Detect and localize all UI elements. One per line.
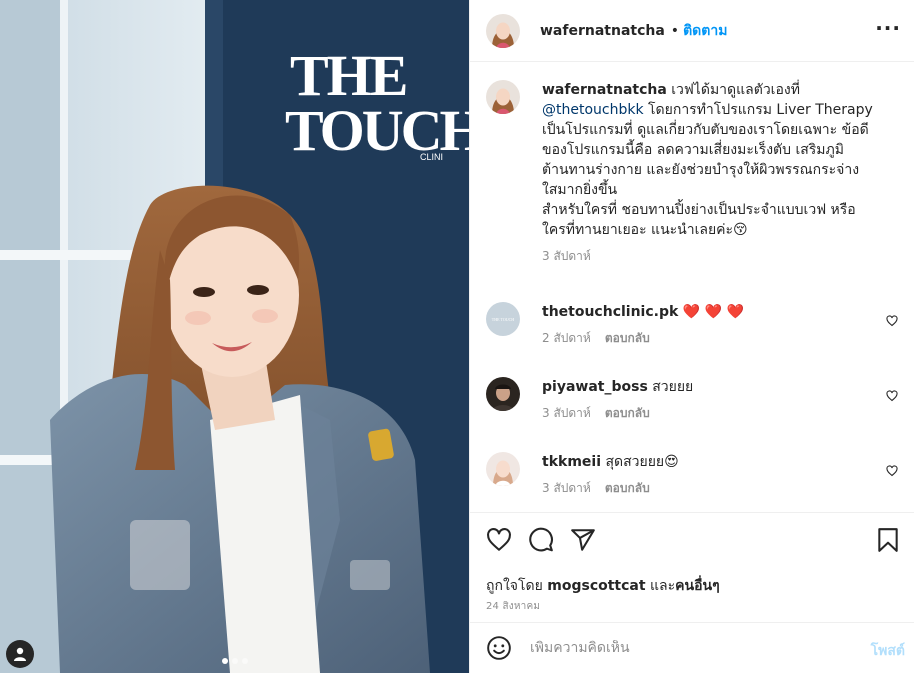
comment-text-line: piyawat_boss สวยยย — [542, 377, 892, 397]
comment-like-heart-icon[interactable] — [886, 390, 898, 402]
comment-username[interactable]: tkkmeii — [542, 454, 601, 470]
caption-line: สำหรับใครที่ ชอบทานปิ้งย่างเป็นประจำแบบเ… — [542, 202, 856, 218]
avatar-logo-text: THE TOUCH — [491, 316, 515, 322]
comments-section: wafernatnatcha เวฟได้มาดูแลตัวเองที่ @th… — [470, 62, 914, 512]
more-options-icon[interactable]: ··· — [875, 18, 901, 38]
comment-time[interactable]: 3 สัปดาห์ — [542, 406, 591, 420]
comment-text-line: tkkmeii สุดสวยยย😍 — [542, 452, 892, 472]
comment-body: tkkmeii สุดสวยยย😍 3 สัปดาห์ ตอบกลับ — [542, 452, 892, 498]
heart-icon[interactable] — [486, 527, 512, 553]
caption-time[interactable]: 3 สัปดาห์ — [542, 249, 591, 263]
likes-prefix: ถูกใจโดย — [486, 578, 548, 594]
reply-button[interactable]: ตอบกลับ — [605, 406, 650, 420]
comment-text-line: thetouchclinic.pk ❤️ ❤️ ❤️ — [542, 302, 892, 322]
share-icon[interactable] — [570, 527, 596, 553]
comment-meta: 2 สัปดาห์ ตอบกลับ — [542, 328, 892, 348]
comment-avatar[interactable]: THE TOUCH — [486, 302, 520, 336]
action-icon-row — [486, 527, 596, 553]
author-username[interactable]: wafernatnatcha — [540, 23, 665, 39]
comment-time[interactable]: 3 สัปดาห์ — [542, 481, 591, 495]
liker-username[interactable]: mogscottcat — [547, 578, 645, 594]
caption-meta: 3 สัปดาห์ — [542, 246, 892, 266]
post-header: wafernatnatcha • ติดตาม ··· — [470, 0, 914, 62]
caption-line: ของโปรแกรมนี้คือ ลดความเสี่ยงมะเร็งตับ เ… — [542, 142, 844, 158]
comment-time[interactable]: 2 สัปดาห์ — [542, 331, 591, 345]
comment-meta: 3 สัปดาห์ ตอบกลับ — [542, 403, 892, 423]
reply-button[interactable]: ตอบกลับ — [605, 331, 650, 345]
comment-icon[interactable] — [528, 527, 554, 553]
bookmark-icon[interactable] — [875, 527, 901, 553]
likes-mid: และ — [645, 578, 676, 594]
comment-text: ❤️ ❤️ ❤️ — [678, 304, 744, 320]
post-photo[interactable]: THE TOUCH CLINI — [0, 0, 469, 673]
caption-line: @thetouchbkk โดยการทำโปรแกรม Liver Thera… — [542, 100, 892, 120]
photo-image: THE TOUCH CLINI — [0, 0, 469, 673]
comment-avatar[interactable] — [486, 452, 520, 486]
comment-body: thetouchclinic.pk ❤️ ❤️ ❤️ 2 สัปดาห์ ตอบก… — [542, 302, 892, 348]
reply-button[interactable]: ตอบกลับ — [605, 481, 650, 495]
caption-mention-link[interactable]: @thetouchbkk — [542, 102, 644, 118]
caption-line: ใครที่ทานยาเยอะ แนะนำเลยค่ะ😚 — [542, 222, 748, 238]
header-separator: • — [670, 22, 680, 39]
carousel-dots — [0, 658, 469, 664]
follow-button[interactable]: ติดตาม — [683, 20, 727, 42]
comment-username[interactable]: piyawat_boss — [542, 379, 648, 395]
comment-body: piyawat_boss สวยยย 3 สัปดาห์ ตอบกลับ — [542, 377, 892, 423]
sign-text-line3: CLINI — [420, 152, 443, 162]
comment-like-heart-icon[interactable] — [886, 465, 898, 477]
carousel-dot[interactable] — [221, 658, 228, 664]
avatar-image — [486, 452, 520, 486]
comment-like-heart-icon[interactable] — [886, 315, 898, 327]
caption-username[interactable]: wafernatnatcha — [542, 82, 667, 98]
caption-line: ต้านทานร่างกาย และยังช่วยบำรุงให้ผิวพรรณ… — [542, 162, 860, 178]
caption-line: เป็นโปรแกรมที่ ดูแลเกี่ยวกับตับของเราโดย… — [542, 122, 869, 138]
avatar-image — [486, 80, 520, 114]
comment-text: สวยยย — [647, 379, 694, 395]
caption-avatar[interactable] — [486, 80, 520, 114]
caption-text: โดยการทำโปรแกรม Liver Therapy — [643, 102, 873, 118]
caption-text: เวฟได้มาดูแลตัวเองที่ — [666, 82, 800, 98]
carousel-dot[interactable] — [231, 658, 238, 664]
carousel-dot[interactable] — [241, 658, 248, 664]
comment-input[interactable] — [530, 640, 830, 656]
post-side-panel: wafernatnatcha • ติดตาม ··· wafernatnatc… — [469, 0, 914, 673]
caption-line: wafernatnatcha เวฟได้มาดูแลตัวเองที่ — [542, 80, 892, 100]
comment-text: สุดสวยยย😍 — [601, 454, 679, 470]
post-actions: ถูกใจโดย mogscottcat และคนอื่นๆ 24 สิงหา… — [470, 512, 914, 622]
comment-composer: โพสต์ — [470, 622, 914, 673]
caption-line: ใสมากยิ่งขึ้น — [542, 182, 618, 198]
caption-body: wafernatnatcha เวฟได้มาดูแลตัวเองที่ @th… — [542, 80, 892, 266]
post-comment-button[interactable]: โพสต์ — [871, 640, 905, 662]
avatar-image — [486, 377, 520, 411]
smiley-icon[interactable] — [486, 635, 512, 661]
likes-others-link[interactable]: คนอื่นๆ — [675, 578, 719, 594]
likes-summary: ถูกใจโดย mogscottcat และคนอื่นๆ — [486, 575, 720, 597]
comment-avatar[interactable] — [486, 377, 520, 411]
comment-username[interactable]: thetouchclinic.pk — [542, 304, 678, 320]
comment-meta: 3 สัปดาห์ ตอบกลับ — [542, 478, 892, 498]
post-date[interactable]: 24 สิงหาคม — [486, 599, 540, 614]
avatar-image — [486, 13, 520, 48]
author-avatar[interactable] — [486, 13, 520, 48]
